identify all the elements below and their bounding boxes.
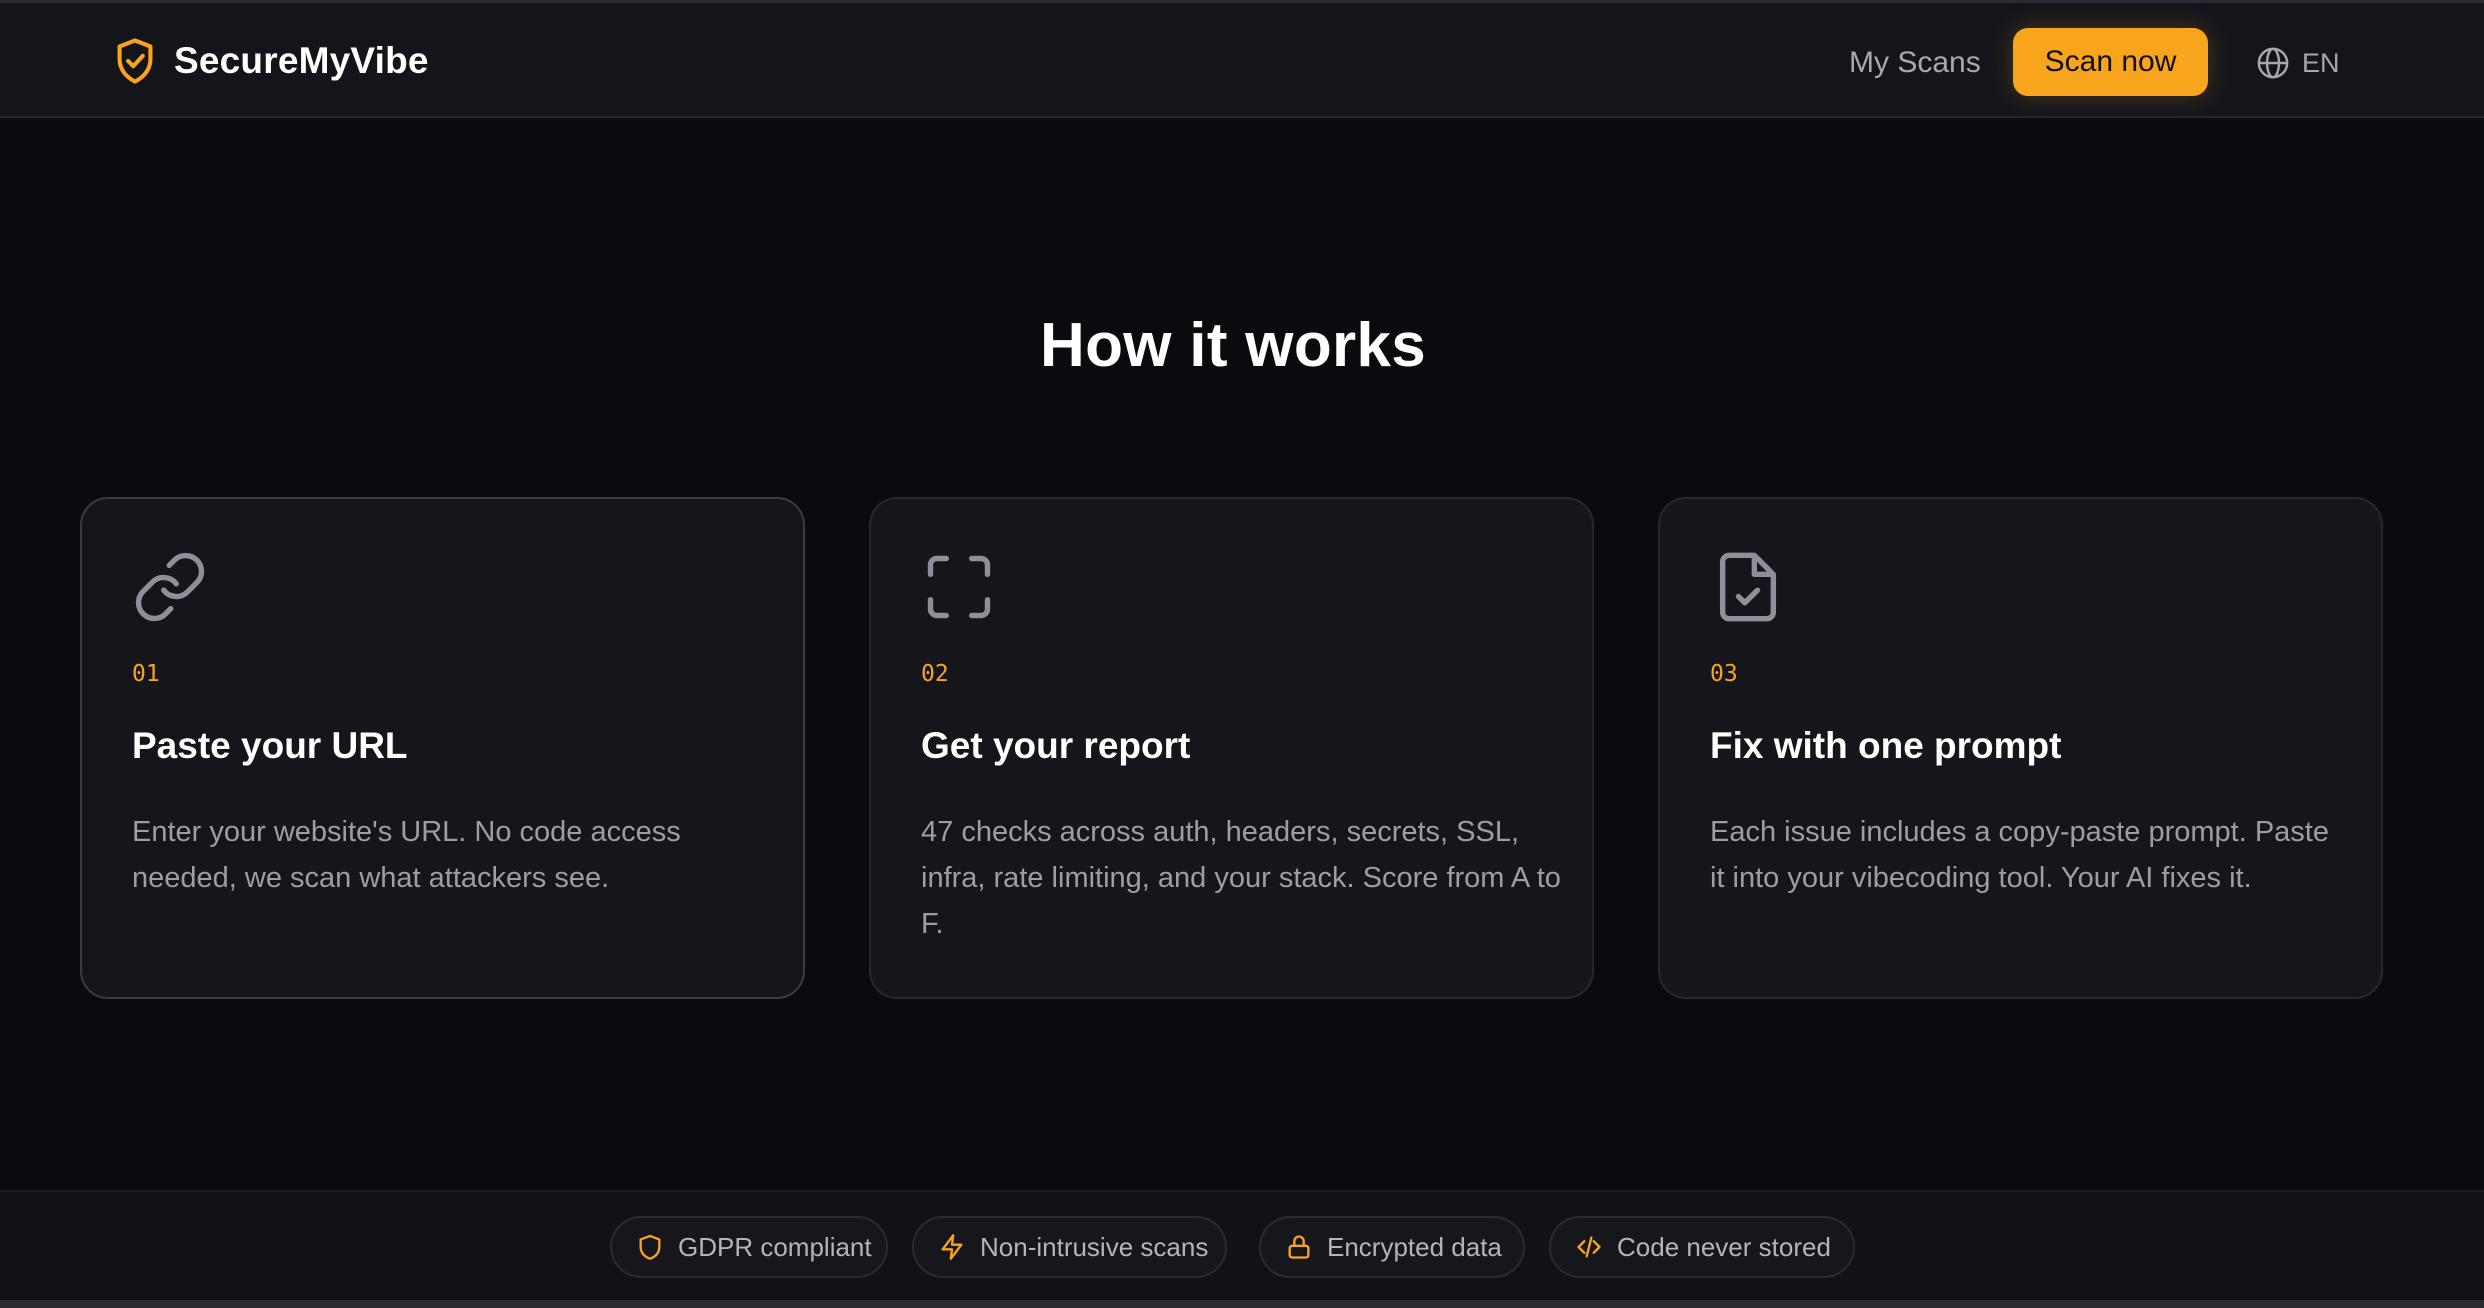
section-title: How it works	[1040, 311, 1426, 380]
step-card-3: 03 Fix with one prompt Each issue includ…	[1658, 497, 2383, 999]
my-scans-link[interactable]: My Scans	[1849, 41, 1981, 85]
badge-non-intrusive: Non-intrusive scans	[912, 1216, 1227, 1278]
badge-label: GDPR compliant	[678, 1231, 872, 1262]
step-title: Get your report	[921, 725, 1191, 766]
step-number: 03	[1710, 661, 1738, 687]
link-icon	[135, 552, 205, 622]
brand-logo[interactable]: SecureMyVibe	[114, 36, 429, 86]
step-title: Fix with one prompt	[1710, 725, 2062, 766]
language-label: EN	[2302, 47, 2340, 78]
step-description: Each issue includes a copy-paste prompt.…	[1710, 816, 2329, 894]
scan-now-button[interactable]: Scan now	[2013, 28, 2208, 96]
file-check-icon	[1719, 552, 1777, 622]
trust-footer: GDPR compliant Non-intrusive scans Encry…	[0, 1190, 2484, 1308]
badge-code-never-stored: Code never stored	[1549, 1216, 1855, 1278]
brand-name: SecureMyVibe	[174, 40, 429, 81]
step-description: 47 checks across auth, headers, secrets,…	[921, 816, 1561, 940]
globe-icon	[2257, 47, 2289, 79]
lightning-icon	[941, 1234, 963, 1260]
scan-frame-icon	[927, 555, 991, 619]
code-icon	[1577, 1236, 1601, 1258]
step-title: Paste your URL	[132, 725, 408, 766]
badge-label: Code never stored	[1617, 1231, 1831, 1262]
step-card-1: 01 Paste your URL Enter your website's U…	[80, 497, 805, 999]
step-card-2: 02 Get your report 47 checks across auth…	[869, 497, 1594, 999]
badge-gdpr: GDPR compliant	[610, 1216, 888, 1278]
badge-encrypted: Encrypted data	[1259, 1216, 1525, 1278]
lock-icon	[1288, 1235, 1310, 1259]
bottom-divider	[0, 1300, 2484, 1308]
badge-label: Encrypted data	[1327, 1231, 1502, 1262]
badge-label: Non-intrusive scans	[980, 1231, 1209, 1262]
shield-icon	[639, 1234, 661, 1260]
step-number: 02	[921, 661, 949, 687]
top-nav: SecureMyVibe My Scans Scan now EN	[0, 0, 2484, 118]
language-selector[interactable]: EN	[2256, 43, 2340, 83]
shield-check-icon	[117, 38, 153, 84]
trust-badges: GDPR compliant Non-intrusive scans Encry…	[0, 1216, 2484, 1278]
step-number: 01	[132, 661, 160, 687]
step-description: Enter your website's URL. No code access…	[132, 816, 681, 894]
